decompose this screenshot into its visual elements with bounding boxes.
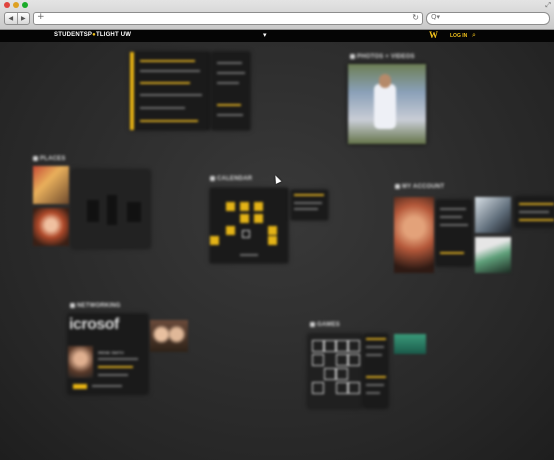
networking-title: NETWORKING xyxy=(70,303,121,309)
account-details[interactable] xyxy=(436,200,472,266)
photos-videos-tile[interactable] xyxy=(348,64,426,144)
forward-icon[interactable]: ▶ xyxy=(18,13,30,24)
account-photo-2[interactable] xyxy=(475,237,511,273)
uw-logo-icon[interactable]: W xyxy=(429,30,438,40)
places-photo-2[interactable] xyxy=(33,208,69,246)
contact-name: IRENE SMITH xyxy=(98,350,124,355)
places-map[interactable] xyxy=(72,170,150,248)
calendar-icon xyxy=(210,176,215,181)
dashboard-canvas: PHOTOS + VIDEOS PLACES CALENDAR MY ACCOU… xyxy=(0,42,554,460)
back-icon[interactable]: ◀ xyxy=(5,13,18,24)
search-icon: Q▾ xyxy=(431,13,441,21)
networking-tile[interactable]: icrosof IRENE SMITH xyxy=(68,314,148,394)
network-icon xyxy=(70,303,75,308)
address-bar[interactable]: + ↻ xyxy=(33,12,423,25)
places-photo-1[interactable] xyxy=(33,166,69,204)
calendar-event-tile[interactable] xyxy=(291,190,328,220)
site-header: STUDENTSP●TLIGHT UW ▾ W LOG IN ⌕ xyxy=(0,30,554,42)
browser-chrome: ⤢ ◀ ▶ + ↻ Q▾ xyxy=(0,0,554,30)
game-icon xyxy=(310,322,315,327)
back-forward-buttons: ◀ ▶ xyxy=(4,12,30,25)
minimize-window-button[interactable] xyxy=(13,2,19,8)
title-bar: ⤢ xyxy=(0,0,554,10)
game-thumbnail[interactable] xyxy=(394,334,426,354)
photos-videos-title: PHOTOS + VIDEOS xyxy=(350,54,415,60)
menu-dropdown-icon[interactable]: ▾ xyxy=(263,31,267,39)
add-bookmark-icon[interactable]: + xyxy=(37,12,45,22)
site-search-icon[interactable]: ⌕ xyxy=(472,31,476,40)
account-side-tile[interactable] xyxy=(515,197,554,227)
networking-photo[interactable] xyxy=(150,320,188,352)
my-account-title: MY ACCOUNT xyxy=(395,184,444,190)
camera-icon xyxy=(350,54,355,59)
games-list[interactable] xyxy=(364,334,388,408)
site-logo[interactable]: STUDENTSP●TLIGHT UW xyxy=(54,32,131,38)
games-title: GAMES xyxy=(310,322,340,328)
news-tile[interactable] xyxy=(130,52,210,130)
login-link[interactable]: LOG IN xyxy=(450,33,467,39)
places-title: PLACES xyxy=(33,156,66,162)
reload-icon[interactable]: ↻ xyxy=(412,13,419,22)
fullscreen-icon[interactable]: ⤢ xyxy=(545,1,551,10)
account-photo-1[interactable] xyxy=(475,197,511,233)
close-window-button[interactable] xyxy=(4,2,10,8)
zoom-window-button[interactable] xyxy=(22,2,28,8)
user-icon xyxy=(395,184,400,189)
crossword-tile[interactable] xyxy=(308,334,362,408)
calendar-title: CALENDAR xyxy=(210,176,252,182)
calendar-tile[interactable] xyxy=(210,188,288,263)
pin-icon xyxy=(33,156,38,161)
account-avatar[interactable] xyxy=(394,197,434,273)
dashboard-tiles: PHOTOS + VIDEOS PLACES CALENDAR MY ACCOU… xyxy=(0,42,554,460)
browser-search-field[interactable]: Q▾ xyxy=(426,12,550,25)
employer-logo: icrosof xyxy=(69,316,119,333)
news-side-tile[interactable] xyxy=(212,52,250,130)
